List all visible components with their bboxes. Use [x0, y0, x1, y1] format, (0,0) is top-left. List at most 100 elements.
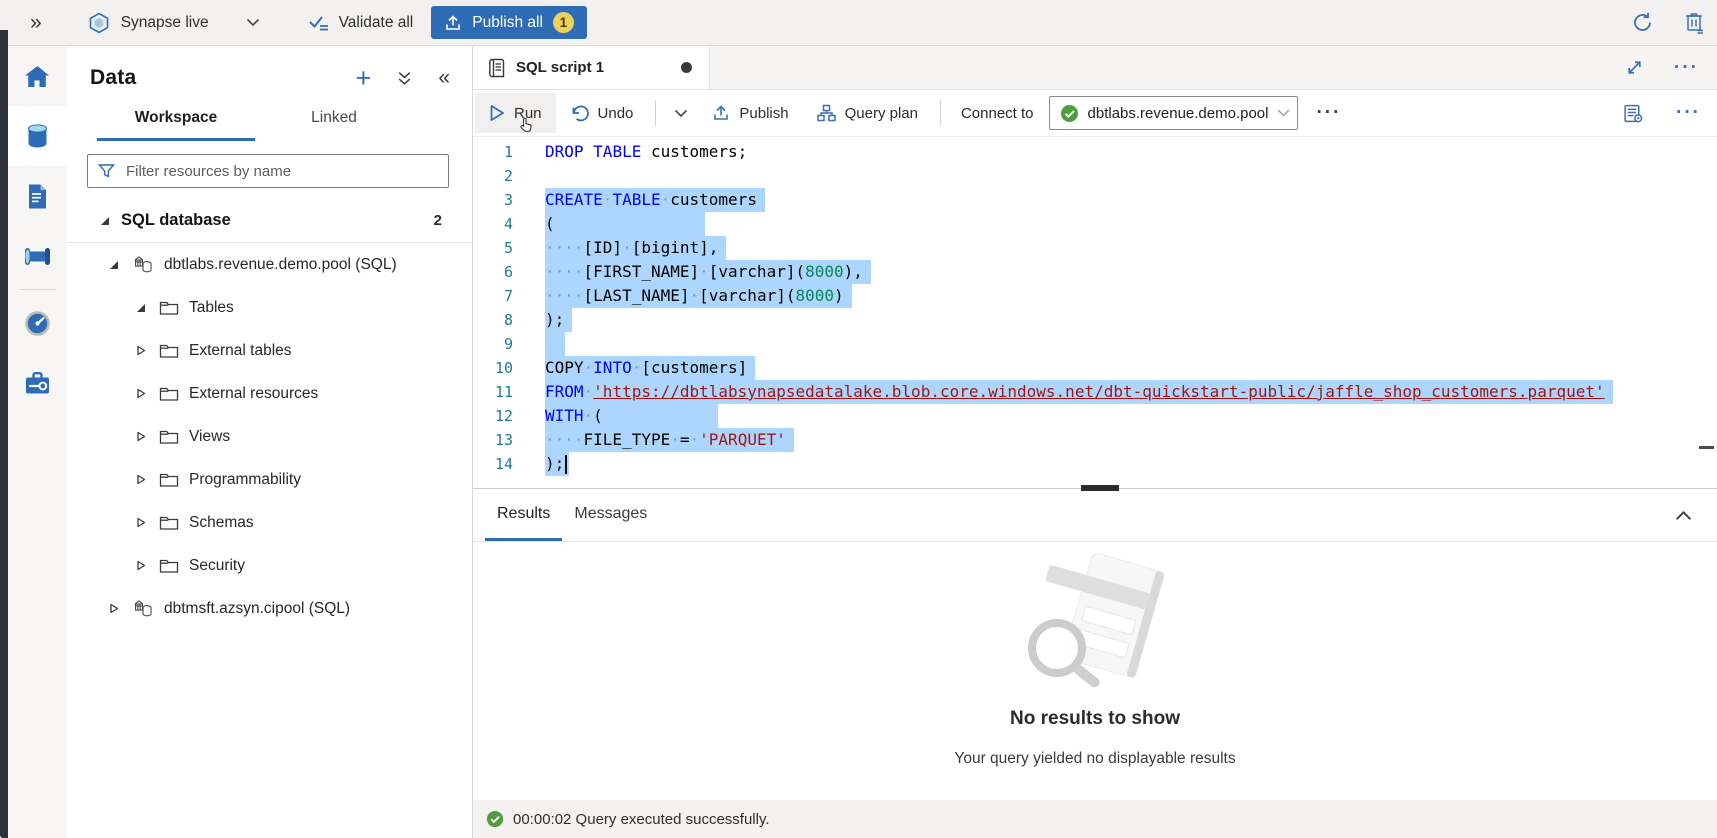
collapse-results-icon[interactable]: [1675, 510, 1692, 521]
code-line[interactable]: FROM·'https://dbtlabsynapsedatalake.blob…: [545, 380, 1717, 404]
trash-icon[interactable]: [1684, 11, 1705, 34]
code-line[interactable]: );: [545, 308, 1717, 332]
synapse-live-dropdown[interactable]: Synapse live: [88, 12, 260, 34]
code-line[interactable]: DROP TABLE customers;: [545, 140, 1717, 164]
connect-to-dropdown[interactable]: dbtlabs.revenue.demo.pool: [1049, 96, 1299, 130]
tree-item-label: dbtmsft.azsyn.cipool (SQL): [164, 600, 350, 618]
tree-item-views[interactable]: Views: [67, 415, 472, 458]
run-options-chevron-icon[interactable]: [664, 109, 698, 118]
line-number: 4: [473, 212, 513, 236]
undo-button[interactable]: Undo: [556, 93, 648, 133]
line-number: 13: [473, 428, 513, 452]
resource-tree: SQL database2dbtlabs.revenue.demo.pool (…: [67, 199, 472, 630]
toolbar-overflow-icon[interactable]: ···: [1676, 108, 1701, 118]
database-icon: [132, 254, 154, 275]
code-line[interactable]: ····[FIRST_NAME]·[varchar](8000),: [545, 260, 1717, 284]
code-line[interactable]: COPY·INTO·[customers]: [545, 356, 1717, 380]
nav-home[interactable]: [8, 46, 67, 106]
publish-button[interactable]: Publish: [698, 93, 802, 133]
nav-monitor[interactable]: [8, 293, 67, 353]
line-number: 1: [473, 140, 513, 164]
expand-panel-icon[interactable]: »: [30, 12, 42, 33]
code-line[interactable]: );: [545, 452, 1717, 476]
query-status-bar: 00:00:02 Query executed successfully.: [473, 800, 1717, 838]
filter-resources-box[interactable]: [87, 154, 449, 188]
tree-item-external-resources[interactable]: External resources: [67, 372, 472, 415]
query-plan-label: Query plan: [845, 105, 918, 122]
main-area: SQL script 1 ··· Run Undo: [473, 46, 1717, 838]
collapsed-arrow-icon[interactable]: [133, 516, 148, 529]
query-plan-button[interactable]: Query plan: [803, 93, 932, 133]
tree-item-dbtlabs-revenue-demo-pool-sql-[interactable]: dbtlabs.revenue.demo.pool (SQL): [67, 243, 472, 286]
tree-item-schemas[interactable]: Schemas: [67, 501, 472, 544]
view-settings-icon[interactable]: [1623, 103, 1644, 124]
validate-all-button[interactable]: Validate all: [308, 13, 414, 33]
nav-manage[interactable]: [8, 353, 67, 413]
tab-workspace[interactable]: Workspace: [97, 109, 255, 141]
tree-item-tables[interactable]: Tables: [67, 286, 472, 329]
sql-code-editor[interactable]: 1234567891011121314 DROP TABLE customers…: [473, 137, 1717, 489]
tab-messages[interactable]: Messages: [562, 489, 659, 541]
code-line[interactable]: CREATE·TABLE·customers: [545, 188, 1717, 212]
collapse-panel-icon[interactable]: «: [438, 70, 450, 86]
code-line[interactable]: [545, 164, 1717, 188]
code-line[interactable]: (: [545, 212, 1717, 236]
tree-item-sql-database[interactable]: SQL database2: [67, 199, 472, 243]
mouse-hand-cursor: [519, 117, 534, 133]
tab-results[interactable]: Results: [485, 489, 562, 541]
tab-sql-script-1[interactable]: SQL script 1: [473, 46, 710, 89]
expand-editor-icon[interactable]: [1625, 58, 1644, 77]
tree-item-label: Tables: [189, 299, 234, 317]
code-line[interactable]: ····FILE_TYPE·=·'PARQUET': [545, 428, 1717, 452]
collapse-all-icon[interactable]: [396, 71, 413, 86]
play-icon: [489, 104, 505, 122]
code-lines[interactable]: DROP TABLE customers; CREATE·TABLE·custom…: [545, 140, 1717, 476]
undo-label: Undo: [598, 105, 634, 122]
collapsed-arrow-icon[interactable]: [133, 430, 148, 443]
document-tab-bar: SQL script 1 ···: [473, 46, 1717, 90]
line-number: 2: [473, 164, 513, 188]
collapsed-nav-strip[interactable]: [0, 30, 8, 838]
tree-item-security[interactable]: Security: [67, 544, 472, 587]
tab-more-icon[interactable]: ···: [1674, 63, 1699, 73]
splitter-drag-handle[interactable]: [1081, 485, 1119, 491]
tree-item-label: External tables: [189, 342, 292, 360]
database-icon: [132, 598, 154, 619]
code-line[interactable]: ····[ID]·[bigint],: [545, 236, 1717, 260]
tree-item-dbtmsft-azsyn-cipool-sql-[interactable]: dbtmsft.azsyn.cipool (SQL): [67, 587, 472, 630]
collapsed-arrow-icon[interactable]: [133, 559, 148, 572]
code-line[interactable]: ····[LAST_NAME]·[varchar](8000): [545, 284, 1717, 308]
folder-icon: [159, 471, 179, 488]
toolbar-separator: [940, 100, 941, 126]
nav-integrate[interactable]: [8, 226, 67, 286]
folder-icon: [159, 385, 179, 402]
line-number: 6: [473, 260, 513, 284]
tree-item-external-tables[interactable]: External tables: [67, 329, 472, 372]
publish-all-button[interactable]: Publish all 1: [431, 6, 587, 39]
collapsed-arrow-icon[interactable]: [106, 602, 121, 615]
expanded-arrow-icon[interactable]: [97, 214, 112, 227]
expanded-arrow-icon[interactable]: [133, 301, 148, 314]
code-line[interactable]: WITH·(: [545, 404, 1717, 428]
run-button[interactable]: Run: [475, 93, 556, 133]
tab-linked[interactable]: Linked: [255, 109, 413, 141]
add-resource-button[interactable]: +: [356, 68, 372, 88]
collapsed-arrow-icon[interactable]: [133, 387, 148, 400]
toolbar-more-icon[interactable]: ···: [1316, 108, 1341, 118]
tree-item-programmability[interactable]: Programmability: [67, 458, 472, 501]
collapsed-arrow-icon[interactable]: [133, 344, 148, 357]
filter-resources-input[interactable]: [124, 162, 438, 181]
nav-develop[interactable]: [8, 166, 67, 226]
line-number: 5: [473, 236, 513, 260]
expanded-arrow-icon[interactable]: [106, 258, 121, 271]
collapsed-arrow-icon[interactable]: [133, 473, 148, 486]
tree-item-label: Programmability: [189, 471, 301, 489]
chevron-down-icon[interactable]: [246, 18, 260, 27]
scrollbar-position-mark[interactable]: [1699, 446, 1714, 449]
code-line[interactable]: [545, 332, 1717, 356]
folder-icon: [159, 299, 179, 316]
tree-item-label: SQL database: [121, 211, 231, 230]
nav-data[interactable]: [8, 106, 67, 166]
left-nav-rail: [8, 46, 67, 838]
refresh-icon[interactable]: [1631, 11, 1654, 34]
